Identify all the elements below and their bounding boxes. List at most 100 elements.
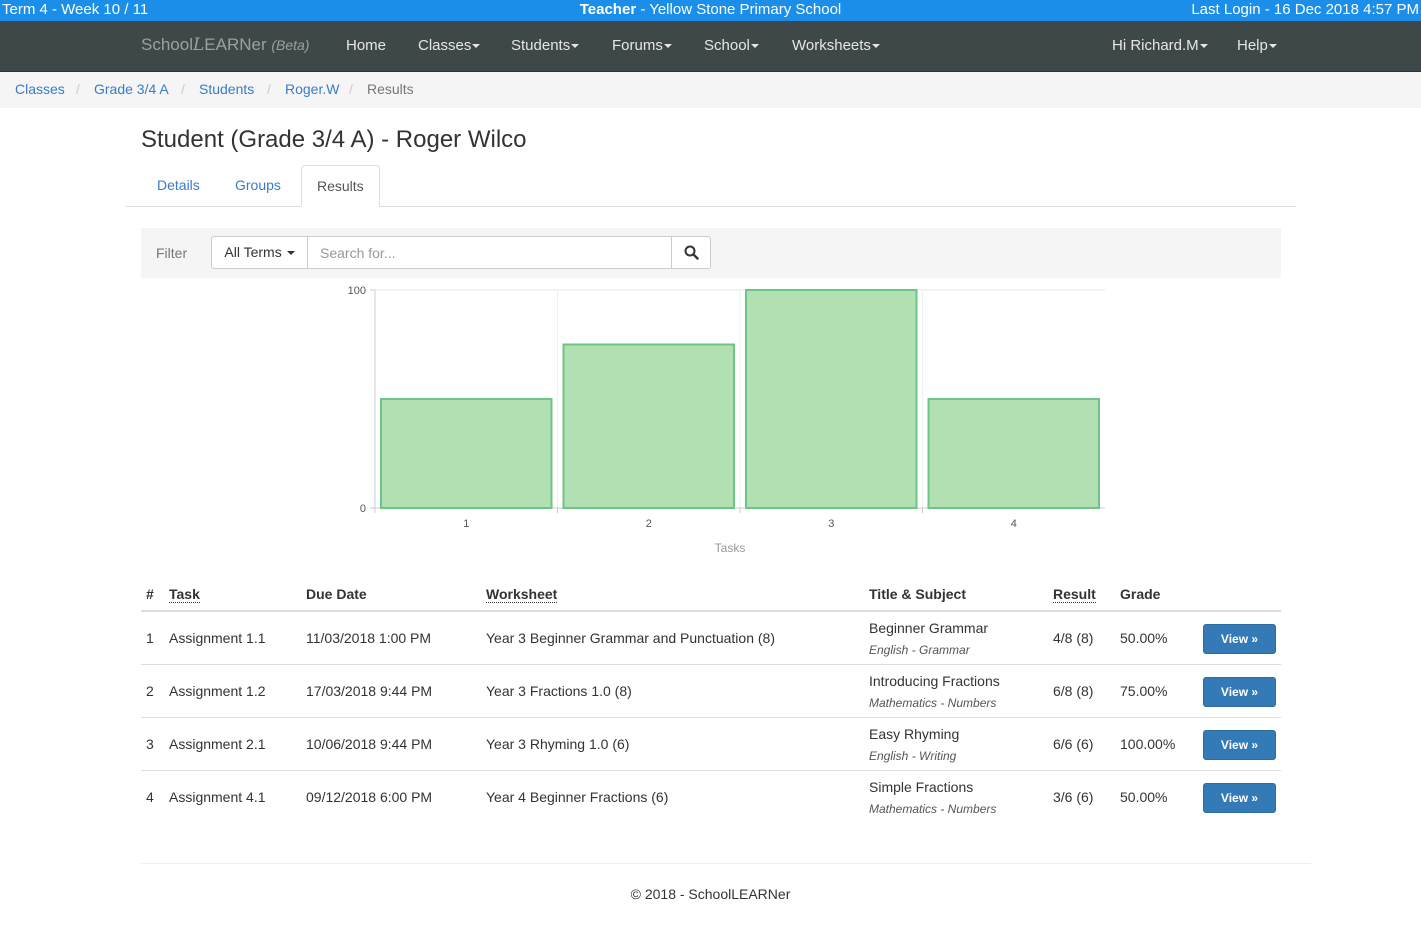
brand-school: School: [141, 35, 193, 54]
view-button[interactable]: View »: [1203, 730, 1276, 760]
y-tick-label: 0: [360, 503, 366, 515]
table-row: 1 Assignment 1.1 11/03/2018 1:00 PM Year…: [141, 612, 1281, 665]
brand-l: L: [192, 35, 205, 55]
row-grade: 75.00%: [1120, 683, 1168, 699]
filter-label: Filter: [156, 245, 188, 261]
row-worksheet: Year 4 Beginner Fractions (6): [486, 789, 669, 805]
caret-down-icon: [571, 44, 580, 49]
nav-forums-label: Forums: [612, 37, 663, 54]
row-subject: English - Grammar: [869, 643, 970, 657]
search-input[interactable]: [307, 236, 672, 269]
caret-down-icon: [472, 44, 481, 49]
breadcrumb-student[interactable]: Roger.W: [285, 72, 339, 106]
col-header-number: #: [146, 586, 154, 602]
row-grade: 50.00%: [1120, 630, 1168, 646]
row-task: Assignment 1.2: [169, 683, 266, 699]
nav-help[interactable]: Help: [1237, 37, 1277, 54]
nav-students[interactable]: Students: [511, 37, 580, 54]
row-worksheet: Year 3 Fractions 1.0 (8): [486, 683, 632, 699]
col-header-grade: Grade: [1120, 586, 1161, 602]
navbar: SchoolLEARNer (Beta) Home Classes Studen…: [0, 21, 1421, 72]
row-due-date: 11/03/2018 1:00 PM: [306, 630, 432, 646]
y-tick-label: 100: [348, 285, 366, 297]
nav-worksheets[interactable]: Worksheets: [792, 37, 880, 54]
row-worksheet: Year 3 Beginner Grammar and Punctuation …: [486, 630, 775, 646]
row-result: 4/8 (8): [1053, 630, 1094, 646]
bar: [927, 398, 1100, 509]
row-title: Simple Fractions: [869, 779, 974, 795]
tab-details[interactable]: Details: [142, 165, 215, 207]
row-title: Introducing Fractions: [869, 673, 1000, 689]
last-login: Last Login - 16 Dec 2018 4:57 PM: [1191, 1, 1419, 18]
col-header-worksheet[interactable]: Worksheet: [486, 586, 558, 603]
results-bar-chart: 0 100 1 2 3 4 Tasks: [348, 285, 1105, 555]
nav-classes[interactable]: Classes: [418, 37, 481, 54]
x-tick-label: 2: [646, 518, 652, 530]
school-name: - Yellow Stone Primary School: [636, 1, 842, 18]
row-result: 3/6 (6): [1053, 789, 1094, 805]
brand-earner: EARNer: [204, 35, 267, 54]
row-worksheet: Year 3 Rhyming 1.0 (6): [486, 736, 630, 752]
caret-down-icon: [750, 44, 759, 49]
role-label: Teacher: [579, 1, 637, 18]
terms-label: All Terms: [224, 244, 282, 260]
nav-school[interactable]: School: [704, 37, 759, 54]
tab-groups[interactable]: Groups: [220, 165, 296, 207]
row-task: Assignment 1.1: [169, 630, 266, 646]
tab-results[interactable]: Results: [301, 165, 380, 207]
caret-down-icon: [1199, 44, 1208, 49]
x-tick-label: 1: [463, 518, 469, 530]
col-header-task[interactable]: Task: [169, 586, 200, 603]
nav-students-label: Students: [511, 37, 571, 54]
brand-beta: (Beta): [271, 37, 310, 53]
search-button[interactable]: [671, 236, 711, 269]
help-label: Help: [1237, 37, 1268, 54]
footer: © 2018 - SchoolLEARNer: [630, 886, 791, 902]
row-number: 4: [146, 789, 154, 805]
breadcrumb-separator: /: [349, 81, 353, 97]
row-task: Assignment 4.1: [169, 789, 266, 805]
brand-logo[interactable]: SchoolLEARNer (Beta): [141, 35, 310, 55]
view-button[interactable]: View »: [1203, 677, 1276, 707]
x-tick-label: 3: [828, 518, 834, 530]
row-number: 1: [146, 630, 154, 646]
caret-down-icon: [663, 44, 672, 49]
row-due-date: 09/12/2018 6:00 PM: [306, 789, 433, 805]
terms-dropdown[interactable]: All Terms: [211, 236, 308, 269]
col-header-title-subject: Title & Subject: [869, 586, 966, 602]
row-result: 6/6 (6): [1053, 736, 1094, 752]
breadcrumb: Classes / Grade 3/4 A / Students / Roger…: [0, 72, 1421, 108]
caret-down-icon: [871, 44, 880, 49]
breadcrumb-separator: /: [76, 81, 80, 97]
filter-bar: Filter All Terms: [141, 228, 1281, 278]
row-number: 2: [146, 683, 154, 699]
row-grade: 50.00%: [1120, 789, 1168, 805]
table-row: 2 Assignment 1.2 17/03/2018 9:44 PM Year…: [141, 665, 1281, 718]
breadcrumb-classes[interactable]: Classes: [15, 72, 65, 106]
breadcrumb-separator: /: [181, 81, 185, 97]
nav-forums[interactable]: Forums: [612, 37, 672, 54]
col-header-result[interactable]: Result: [1053, 586, 1096, 603]
row-subject: Mathematics - Numbers: [869, 696, 997, 710]
breadcrumb-students[interactable]: Students: [199, 72, 254, 106]
breadcrumb-separator: /: [267, 81, 271, 97]
view-button[interactable]: View »: [1203, 624, 1276, 654]
breadcrumb-results: Results: [367, 81, 414, 97]
bar: [745, 289, 918, 509]
nav-home-label: Home: [346, 37, 387, 54]
breadcrumb-grade[interactable]: Grade 3/4 A: [94, 72, 169, 106]
row-task: Assignment 2.1: [169, 736, 266, 752]
view-button[interactable]: View »: [1203, 783, 1276, 813]
caret-down-icon: [286, 251, 295, 256]
nav-worksheets-label: Worksheets: [792, 37, 871, 54]
row-result: 6/8 (8): [1053, 683, 1094, 699]
nav-home[interactable]: Home: [346, 37, 386, 54]
nav-school-label: School: [704, 37, 750, 54]
nav-classes-label: Classes: [418, 37, 472, 54]
nav-user-menu[interactable]: Hi Richard.M: [1112, 37, 1208, 54]
footer-divider: [141, 863, 1311, 864]
table-row: 4 Assignment 4.1 09/12/2018 6:00 PM Year…: [141, 771, 1281, 824]
row-title: Beginner Grammar: [869, 620, 989, 636]
bar: [562, 343, 735, 509]
bar: [380, 398, 553, 509]
